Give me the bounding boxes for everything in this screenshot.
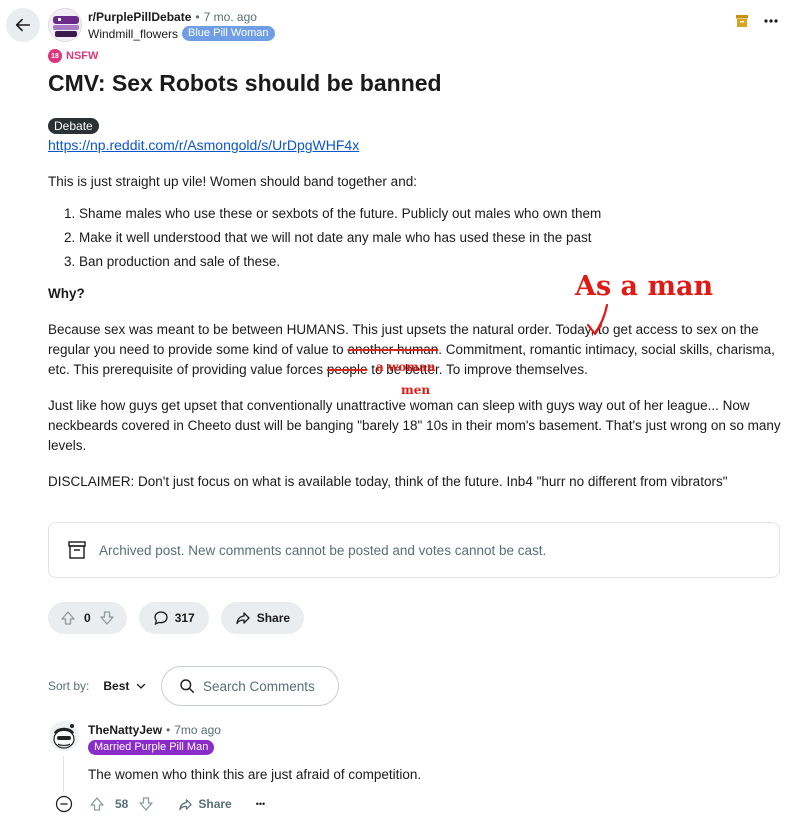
post-paragraph-2: Just like how guys get upset that conven… bbox=[48, 398, 781, 453]
archive-box-icon bbox=[68, 541, 86, 559]
sort-label: Sort by: bbox=[48, 679, 90, 693]
archived-notice: Archived post. New comments cannot be po… bbox=[48, 522, 780, 578]
search-placeholder: Search Comments bbox=[203, 678, 315, 694]
share-button[interactable]: Share bbox=[220, 602, 305, 634]
comment-share-button[interactable]: Share bbox=[178, 797, 232, 812]
downvote-icon[interactable] bbox=[99, 610, 115, 626]
sort-control: Sort by: Best bbox=[48, 679, 147, 693]
post-paragraph-3: DISCLAIMER: Don't just focus on what is … bbox=[48, 474, 728, 489]
annotation-a-woman: a woman bbox=[376, 360, 436, 374]
arrow-left-icon bbox=[15, 18, 31, 32]
search-icon bbox=[180, 679, 195, 694]
chevron-down-icon[interactable] bbox=[135, 680, 147, 692]
comment-count: 317 bbox=[174, 611, 195, 625]
list-item: Shame males who use these or sexbots of … bbox=[79, 204, 783, 224]
list-item: Make it well understood that we will not… bbox=[79, 228, 783, 248]
post-title: CMV: Sex Robots should be banned bbox=[48, 70, 442, 96]
annotation-arrow-icon bbox=[586, 303, 609, 336]
post-flair[interactable]: Debate bbox=[48, 118, 99, 134]
author-flair: Blue Pill Woman bbox=[182, 26, 275, 41]
annotation-men: men bbox=[401, 383, 431, 397]
search-comments-input[interactable]: Search Comments bbox=[161, 666, 339, 706]
list-item: Ban production and sale of these. bbox=[79, 252, 783, 272]
share-arrow-icon bbox=[236, 612, 250, 625]
struck-text-people: people bbox=[326, 362, 368, 377]
post-time: 7 mo. ago bbox=[203, 10, 257, 24]
comment-text: The women who think this are just afraid… bbox=[88, 767, 422, 782]
comment-author[interactable]: TheNattyJew bbox=[88, 723, 162, 737]
downvote-icon[interactable] bbox=[138, 796, 154, 812]
commenter-flair: Married Purple Pill Man bbox=[88, 740, 215, 755]
vote-count: 0 bbox=[84, 611, 91, 625]
annotation-as-a-man: As a man bbox=[575, 271, 714, 302]
comment-more-button[interactable]: ••• bbox=[256, 799, 265, 809]
comment-author-line: TheNattyJew • 7mo ago bbox=[88, 723, 221, 737]
purple-pill-icon bbox=[53, 16, 79, 37]
share-label: Share bbox=[256, 611, 291, 625]
post-link[interactable]: https://np.reddit.com/r/Asmongold/s/UrDp… bbox=[48, 137, 359, 153]
comment-time: 7mo ago bbox=[174, 723, 221, 737]
subreddit-avatar[interactable] bbox=[48, 8, 82, 42]
snoo-avatar-icon bbox=[49, 721, 79, 751]
nsfw-label: NSFW bbox=[66, 50, 99, 62]
archive-icon[interactable] bbox=[735, 14, 749, 28]
post-body: This is just straight up vile! Women sho… bbox=[48, 172, 783, 508]
comments-button[interactable]: 317 bbox=[138, 602, 209, 634]
comment-vote-count: 58 bbox=[115, 797, 129, 811]
more-options-icon[interactable] bbox=[763, 14, 779, 28]
separator-dot: • bbox=[166, 723, 171, 737]
upvote-icon[interactable] bbox=[89, 796, 105, 812]
nsfw-18-icon: 18 bbox=[48, 49, 62, 63]
commenter-avatar[interactable] bbox=[48, 720, 80, 752]
post-actions: 0 317 Share bbox=[48, 602, 305, 634]
comment-bubble-icon bbox=[154, 611, 168, 626]
post-intro: This is just straight up vile! Women sho… bbox=[48, 174, 417, 189]
separator-dot: • bbox=[195, 10, 200, 24]
post-author[interactable]: Windmill_flowers bbox=[88, 27, 178, 41]
top-actions bbox=[735, 14, 779, 28]
collapse-icon[interactable] bbox=[55, 795, 73, 813]
sort-dropdown[interactable]: Best bbox=[103, 679, 129, 693]
upvote-icon[interactable] bbox=[60, 610, 76, 626]
thread-line[interactable] bbox=[63, 756, 64, 792]
archived-text: Archived post. New comments cannot be po… bbox=[99, 542, 547, 558]
comment-share-label: Share bbox=[198, 797, 232, 811]
nsfw-badge: 18 NSFW bbox=[48, 49, 98, 63]
share-arrow-icon bbox=[179, 798, 193, 810]
post-list: Shame males who use these or sexbots of … bbox=[79, 204, 783, 272]
subreddit-name[interactable]: r/PurplePillDebate bbox=[88, 10, 191, 24]
struck-text-another-human: another human bbox=[347, 342, 439, 357]
vote-control: 0 bbox=[48, 602, 127, 634]
back-button[interactable] bbox=[6, 8, 40, 42]
subreddit-line: r/PurplePillDebate • 7 mo. ago bbox=[88, 10, 257, 24]
comment-actions: 58 Share ••• bbox=[55, 795, 265, 813]
author-line: Windmill_flowers Blue Pill Woman bbox=[88, 26, 275, 41]
